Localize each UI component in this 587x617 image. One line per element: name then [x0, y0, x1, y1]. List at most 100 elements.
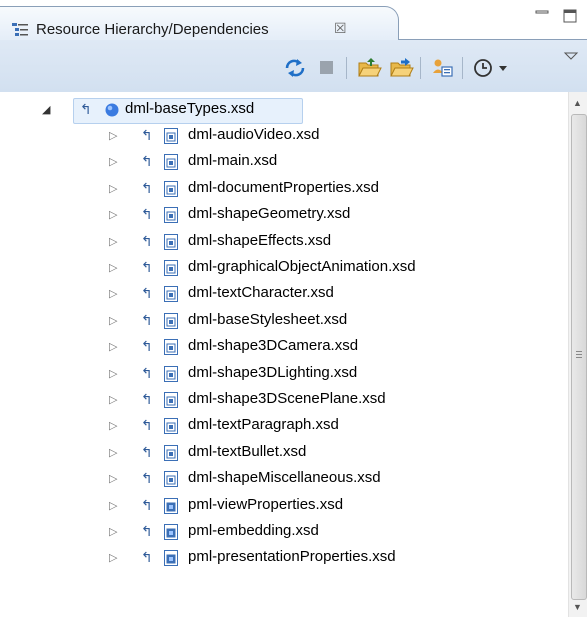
stop-icon[interactable]	[314, 56, 340, 80]
tree-node-label: dml-audioVideo.xsd	[188, 126, 320, 143]
tree-row[interactable]: ▷ ↰ pml-embedding.xsd	[0, 519, 568, 545]
dependency-up-icon: ↰	[141, 232, 153, 249]
dependency-up-icon: ↰	[141, 127, 153, 143]
collapsed-arrow-icon[interactable]: ▷	[109, 367, 117, 380]
dependency-up-icon: ↰	[141, 391, 153, 407]
tree-row[interactable]: ▷ ↰ pml-viewProperties.xsd	[0, 493, 568, 519]
vertical-scrollbar[interactable]: ▲ ▼	[568, 92, 587, 617]
tree-node-label: dml-textCharacter.xsd	[188, 284, 334, 302]
tree-row[interactable]: ▷ ↰ dml-shape3DLighting.xsd	[0, 361, 568, 387]
dependency-up-icon: ↰	[141, 470, 153, 487]
folder-export-icon[interactable]	[388, 56, 414, 80]
tree-row[interactable]: ▷ ↰ dml-main.xsd	[0, 149, 568, 175]
tree-row[interactable]: ▷ ↰ dml-shape3DCamera.xsd	[0, 334, 568, 360]
xsd-file-icon	[164, 233, 178, 254]
resource-hierarchy-view: Resource Hierarchy/Dependencies ☒ ◢ ↰ dm…	[0, 0, 587, 617]
tree-row[interactable]: ▷ ↰ dml-baseStylesheet.xsd	[0, 308, 568, 334]
tree-row[interactable]: ▷ ↰ dml-shapeGeometry.xsd	[0, 202, 568, 228]
collapsed-arrow-icon[interactable]: ▷	[109, 314, 117, 327]
close-icon[interactable]: ☒	[334, 20, 347, 37]
xsd-file-icon	[164, 286, 178, 306]
tree-node-label: pml-viewProperties.xsd	[188, 495, 344, 513]
tree-row[interactable]: ▷ ↰ dml-textParagraph.xsd	[0, 413, 568, 439]
dependency-up-icon: ↰	[80, 101, 92, 117]
xsd-file-icon	[164, 312, 178, 333]
dependency-up-icon: ↰	[141, 338, 153, 355]
xsd-file-icon	[164, 180, 178, 201]
minimize-icon[interactable]	[535, 8, 549, 20]
refresh-icon[interactable]	[282, 56, 308, 80]
collapsed-arrow-icon[interactable]: ▷	[109, 155, 117, 168]
dependency-up-icon: ↰	[141, 523, 153, 539]
xsd-file-icon	[164, 524, 178, 544]
tree-row[interactable]: ▷ ↰ dml-audioVideo.xsd	[0, 123, 568, 149]
collapsed-arrow-icon[interactable]: ▷	[109, 393, 117, 406]
tree-node-label: pml-presentationProperties.xsd	[188, 548, 396, 566]
tree-node-label: dml-documentProperties.xsd	[188, 178, 379, 196]
hierarchy-icon[interactable]	[430, 56, 456, 80]
tree-node-label: dml-shape3DLighting.xsd	[188, 363, 358, 381]
tree-root-row[interactable]: ◢ ↰ dml-baseTypes.xsd	[0, 97, 568, 124]
collapsed-arrow-icon[interactable]: ▷	[109, 235, 117, 248]
xsd-file-icon	[164, 365, 178, 386]
dependency-up-icon: ↰	[141, 364, 153, 381]
collapsed-arrow-icon[interactable]: ▷	[109, 551, 117, 564]
tree-node-label: dml-graphicalObjectAnimation.xsd	[188, 258, 416, 275]
collapsed-arrow-icon[interactable]: ▷	[109, 261, 117, 274]
xsd-file-icon	[164, 497, 178, 518]
dependency-up-icon: ↰	[141, 311, 153, 328]
schema-globe-icon	[104, 102, 120, 122]
grip-icon	[576, 351, 582, 352]
tree-node-label: dml-textParagraph.xsd	[188, 416, 339, 434]
dependency-up-icon: ↰	[141, 179, 153, 196]
expanded-arrow-icon[interactable]: ◢	[42, 103, 50, 116]
xsd-file-icon	[164, 550, 178, 570]
tree-row[interactable]: ▷ ↰ pml-presentationProperties.xsd	[0, 545, 568, 571]
tree-row[interactable]: ▷ ↰ dml-textCharacter.xsd	[0, 281, 568, 307]
tree-row[interactable]: ▷ ↰ dml-shapeEffects.xsd	[0, 229, 568, 255]
dependency-up-icon: ↰	[141, 285, 153, 302]
tree-row[interactable]: ▷ ↰ dml-shapeMiscellaneous.xsd	[0, 466, 568, 492]
chevron-down-icon[interactable]	[494, 56, 520, 80]
dependency-up-icon: ↰	[141, 549, 153, 566]
toolbar-separator	[420, 57, 421, 79]
collapsed-arrow-icon[interactable]: ▷	[109, 525, 117, 538]
dependency-up-icon: ↰	[141, 496, 153, 513]
tree-row[interactable]: ▷ ↰ dml-textBullet.xsd	[0, 440, 568, 466]
xsd-file-icon	[164, 418, 178, 438]
collapsed-arrow-icon[interactable]: ▷	[109, 182, 117, 195]
collapsed-arrow-icon[interactable]: ▷	[109, 287, 117, 300]
dependency-up-icon: ↰	[141, 206, 153, 223]
collapsed-arrow-icon[interactable]: ▷	[109, 129, 117, 142]
tree-node-label: dml-textBullet.xsd	[188, 442, 307, 460]
collapsed-arrow-icon[interactable]: ▷	[109, 472, 117, 485]
scrollbar-thumb[interactable]	[571, 114, 587, 600]
hierarchy-view-icon	[12, 23, 28, 41]
tree-row[interactable]: ▷ ↰ dml-shape3DScenePlane.xsd	[0, 387, 568, 413]
toolbar-separator	[462, 57, 463, 79]
collapsed-arrow-icon[interactable]: ▷	[109, 446, 117, 459]
tree-node-label: dml-shapeEffects.xsd	[188, 231, 332, 249]
tree-node-label: dml-shapeGeometry.xsd	[188, 205, 351, 223]
maximize-icon[interactable]	[563, 9, 577, 23]
tree-node-label: dml-baseTypes.xsd	[125, 100, 255, 117]
xsd-file-icon	[164, 260, 178, 280]
tree-node-label: pml-embedding.xsd	[188, 522, 319, 539]
collapsed-arrow-icon[interactable]: ▷	[109, 340, 117, 353]
scroll-down-icon[interactable]: ▼	[573, 602, 582, 612]
tree-row[interactable]: ▷ ↰ dml-graphicalObjectAnimation.xsd	[0, 255, 568, 281]
view-menu-icon[interactable]	[562, 48, 587, 72]
view-tab-bar: Resource Hierarchy/Dependencies ☒	[0, 0, 587, 41]
tree-node-label: dml-main.xsd	[188, 152, 278, 170]
folder-open-icon[interactable]	[356, 56, 382, 80]
collapsed-arrow-icon[interactable]: ▷	[109, 208, 117, 221]
tab-resource-hierarchy[interactable]: Resource Hierarchy/Dependencies ☒	[0, 6, 399, 41]
collapsed-arrow-icon[interactable]: ▷	[109, 419, 117, 432]
dependency-up-icon: ↰	[141, 259, 153, 275]
scroll-up-icon[interactable]: ▲	[573, 98, 582, 108]
xsd-file-icon	[164, 392, 178, 412]
tree-node-label: dml-baseStylesheet.xsd	[188, 310, 348, 328]
xsd-file-icon	[164, 471, 178, 491]
collapsed-arrow-icon[interactable]: ▷	[109, 499, 117, 512]
tree-row[interactable]: ▷ ↰ dml-documentProperties.xsd	[0, 176, 568, 202]
